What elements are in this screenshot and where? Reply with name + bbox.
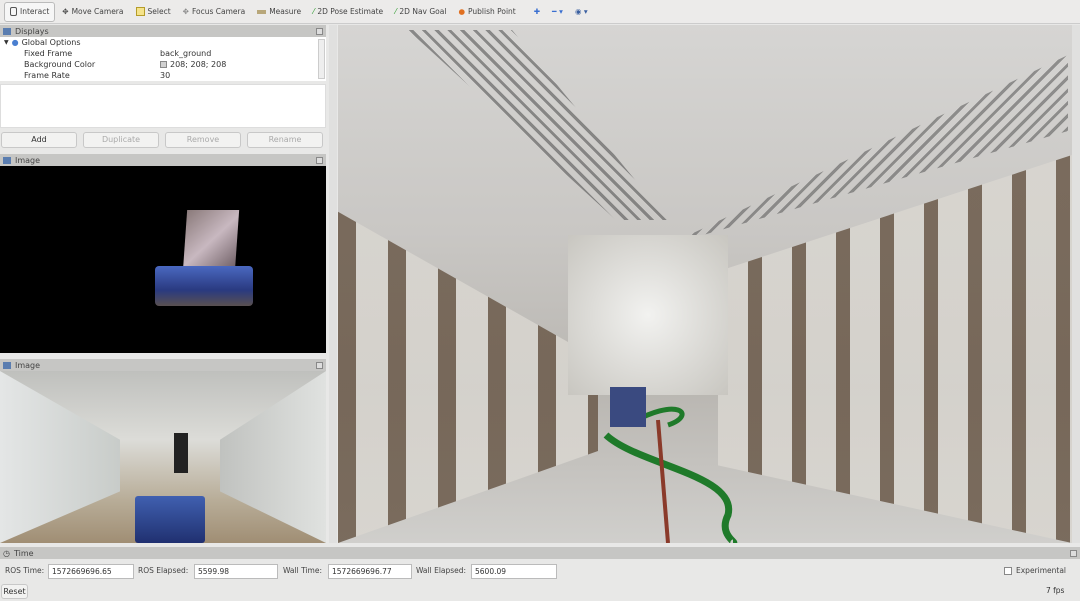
arrow-green-icon: ⁄ bbox=[395, 7, 397, 16]
tool-publish-point[interactable]: ● Publish Point bbox=[453, 2, 520, 22]
tool-label: 2D Pose Estimate bbox=[317, 7, 384, 16]
splitter[interactable] bbox=[1072, 25, 1080, 543]
ros-elapsed-field[interactable]: 5599.98 bbox=[194, 564, 278, 579]
object-cloud bbox=[182, 210, 240, 272]
displays-tree: ▼ ● Global Options Fixed Frame back_ground … bbox=[0, 37, 326, 81]
tool-properties-button[interactable]: ◉ ▾ bbox=[570, 2, 593, 22]
time-panel-header: ◷ Time bbox=[0, 547, 1080, 559]
tool-2d-pose-estimate[interactable]: ⁄ 2D Pose Estimate bbox=[308, 2, 388, 22]
tool-label: Measure bbox=[269, 7, 302, 16]
tool-label: Publish Point bbox=[468, 7, 516, 16]
property-key: Background Color bbox=[24, 60, 96, 69]
color-swatch[interactable] bbox=[160, 61, 167, 68]
arrow-green-icon: ⁄ bbox=[313, 7, 315, 16]
duplicate-button[interactable]: Duplicate bbox=[83, 132, 159, 148]
toolbar: Interact ✥ Move Camera Select ✥ Focus Came… bbox=[0, 0, 1080, 24]
fps-indicator: 7 fps bbox=[1046, 586, 1065, 595]
panel-title: Displays bbox=[15, 26, 49, 36]
property-key: Fixed Frame bbox=[24, 49, 73, 58]
monitor-icon bbox=[3, 27, 11, 35]
corridor-wall-right bbox=[220, 371, 326, 543]
wall-time-field[interactable]: 1572669696.77 bbox=[328, 564, 412, 579]
tree-item-global-options[interactable]: ▼ ● Global Options bbox=[0, 37, 326, 48]
tool-label: 2D Nav Goal bbox=[399, 7, 447, 16]
splitter[interactable] bbox=[329, 25, 337, 543]
expand-arrow-icon: ▼ bbox=[4, 39, 9, 46]
add-button[interactable]: Add bbox=[1, 132, 77, 148]
reset-button[interactable]: Reset bbox=[1, 584, 28, 599]
wall-elapsed-label: Wall Elapsed: bbox=[416, 566, 467, 575]
globe-icon: ● bbox=[11, 38, 19, 47]
image-icon bbox=[3, 156, 11, 164]
plus-icon: ✚ bbox=[533, 7, 541, 16]
displays-header: Displays bbox=[0, 25, 326, 37]
experimental-label: Experimental bbox=[1016, 566, 1067, 575]
scrollbar[interactable] bbox=[318, 39, 325, 79]
tool-measure[interactable]: Measure bbox=[252, 2, 306, 22]
tool-interact[interactable]: Interact bbox=[4, 1, 56, 22]
close-icon[interactable] bbox=[316, 361, 323, 369]
trajectory bbox=[603, 387, 738, 543]
wall-elapsed-field[interactable]: 5600.09 bbox=[471, 564, 557, 579]
close-icon[interactable] bbox=[316, 156, 323, 164]
robot-pose-axis bbox=[656, 419, 670, 543]
add-tool-button[interactable]: ✚ bbox=[529, 2, 545, 22]
ros-time-field[interactable]: 1572669696.65 bbox=[48, 564, 134, 579]
tool-select[interactable]: Select bbox=[131, 2, 176, 22]
tool-label: Focus Camera bbox=[191, 7, 246, 16]
image-panel-header: Image bbox=[0, 359, 326, 371]
tool-move-camera[interactable]: ✥ Move Camera bbox=[57, 2, 128, 22]
eye-icon: ◉ ▾ bbox=[574, 7, 588, 16]
description-area bbox=[0, 84, 326, 128]
property-row[interactable]: Frame Rate 30 bbox=[0, 70, 326, 81]
ros-elapsed-label: ROS Elapsed: bbox=[138, 566, 189, 575]
panel-title: Image bbox=[15, 360, 41, 370]
property-key: Frame Rate bbox=[24, 71, 70, 80]
object-base bbox=[155, 266, 253, 306]
ruler-icon bbox=[257, 9, 267, 14]
person bbox=[174, 433, 188, 473]
tool-label: Interact bbox=[20, 7, 50, 16]
image-icon bbox=[3, 361, 11, 369]
rename-button[interactable]: Rename bbox=[247, 132, 323, 148]
close-icon[interactable] bbox=[1070, 549, 1077, 557]
pin-icon: ● bbox=[458, 7, 465, 16]
image-view-camera bbox=[0, 371, 326, 543]
tool-label: Select bbox=[147, 7, 171, 16]
property-row[interactable]: Background Color 208; 208; 208 bbox=[0, 59, 326, 70]
move-icon: ✥ bbox=[62, 7, 69, 16]
corridor-wall-left bbox=[0, 371, 120, 543]
tool-2d-nav-goal[interactable]: ⁄ 2D Nav Goal bbox=[390, 2, 451, 22]
robot-model bbox=[610, 387, 646, 427]
panel-title: Image bbox=[15, 155, 41, 165]
minus-icon: ━ ▾ bbox=[552, 7, 563, 16]
panel-title: Time bbox=[13, 548, 34, 558]
cursor-hand-icon bbox=[10, 7, 17, 16]
robot bbox=[135, 496, 205, 543]
trajectory-path bbox=[603, 432, 738, 543]
tool-focus-camera[interactable]: ✥ Focus Camera bbox=[178, 2, 251, 22]
close-icon[interactable] bbox=[316, 27, 323, 35]
ros-time-label: ROS Time: bbox=[5, 566, 45, 575]
focus-icon: ✥ bbox=[182, 7, 189, 16]
3d-view[interactable] bbox=[338, 25, 1072, 543]
image-panel-header: Image bbox=[0, 154, 326, 166]
remove-button[interactable]: Remove bbox=[165, 132, 241, 148]
image-view-object bbox=[0, 166, 326, 353]
property-value[interactable]: 30 bbox=[160, 71, 170, 80]
property-value[interactable]: 208; 208; 208 bbox=[170, 60, 226, 69]
property-value[interactable]: back_ground bbox=[160, 49, 211, 58]
experimental-checkbox[interactable] bbox=[1004, 567, 1012, 575]
remove-tool-button[interactable]: ━ ▾ bbox=[547, 2, 568, 22]
tree-label: Global Options bbox=[21, 38, 81, 47]
wall-time-label: Wall Time: bbox=[283, 566, 322, 575]
clock-icon: ◷ bbox=[3, 548, 10, 558]
select-icon bbox=[135, 7, 145, 16]
tool-label: Move Camera bbox=[71, 7, 124, 16]
property-row[interactable]: Fixed Frame back_ground bbox=[0, 48, 326, 59]
